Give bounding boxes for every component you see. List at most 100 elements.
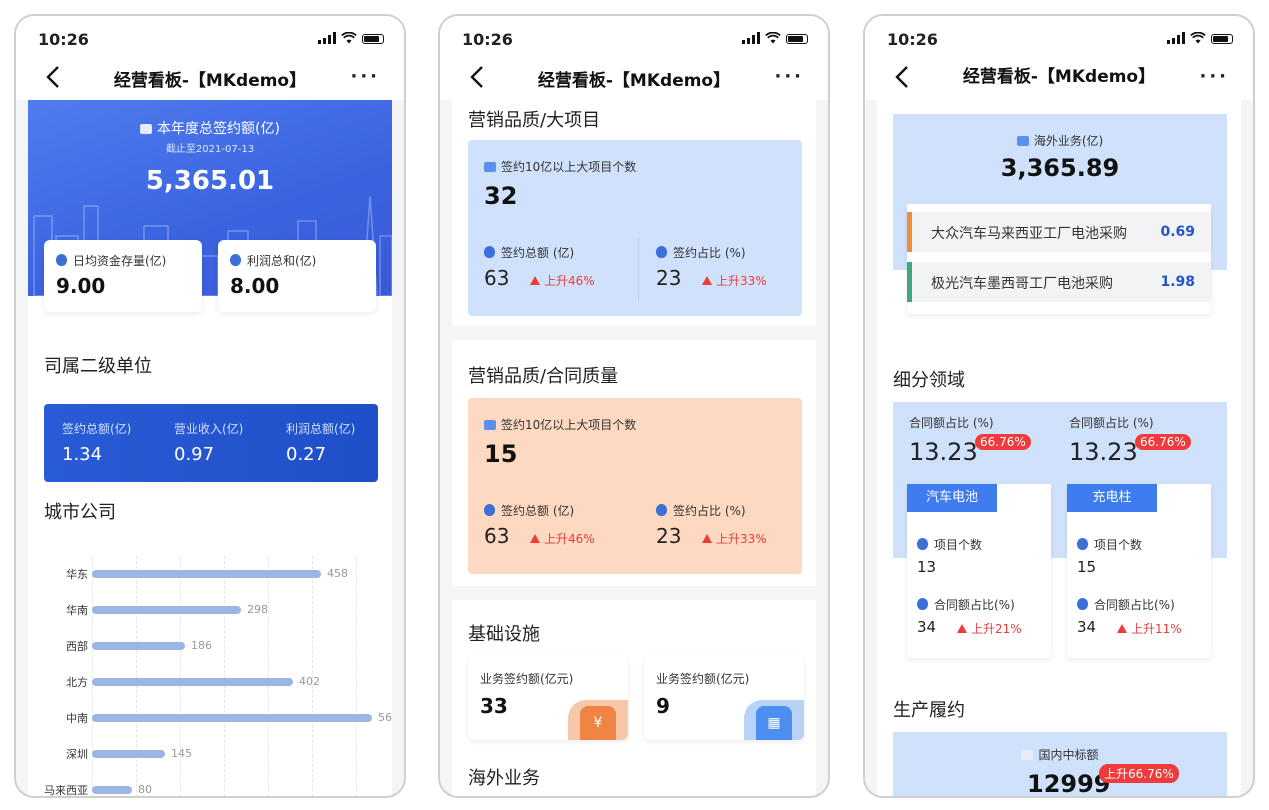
money-bag-icon: ¥	[580, 706, 616, 740]
bar[interactable]	[92, 642, 185, 650]
medal-icon	[484, 504, 495, 516]
battery-icon	[1211, 34, 1233, 44]
bar-category-label: 马来西亚	[44, 784, 88, 796]
status-time: 10:26	[38, 30, 89, 49]
grid-line	[356, 556, 357, 796]
ratio-label-0: 合同额占比 (%)	[909, 416, 994, 430]
big-project-section: 营销品质/大项目 签约10亿以上大项目个数 32 签约总额 (亿) 63 上升4…	[452, 100, 816, 326]
bid-value: 12999	[1027, 770, 1111, 796]
m2-label-text: 签约占比 (%)	[673, 246, 746, 260]
bar-category-label: 北方	[66, 676, 88, 689]
up-arrow-icon	[957, 624, 967, 633]
seg1-count-label: 项目个数	[1077, 536, 1142, 553]
overseas-item-1[interactable]: 极光汽车墨西哥工厂电池采购 1.98	[907, 262, 1211, 302]
big-project-card[interactable]: 签约10亿以上大项目个数 32 签约总额 (亿) 63 上升46% 签约占比 (…	[468, 140, 802, 316]
bar[interactable]	[92, 714, 372, 722]
grid-line	[224, 556, 225, 796]
more-menu-icon[interactable]: ···	[774, 66, 804, 87]
segment-tag-1: 充电柱	[1067, 484, 1157, 512]
seg1-change: 上升11%	[1117, 620, 1182, 637]
cq-m1-label-text: 签约总额 (亿)	[501, 504, 575, 518]
seg0-change: 上升21%	[957, 620, 1022, 637]
overseas-list: 大众汽车马来西亚工厂电池采购 0.69 极光汽车墨西哥工厂电池采购 1.98	[907, 204, 1211, 314]
bar-value-label: 145	[171, 747, 192, 760]
bid-title: 国内中标额	[893, 746, 1227, 763]
bar[interactable]	[92, 606, 241, 614]
city-bar-chart: 华东 458 华南 298 西部 186 北方 402 中南 560 深圳 145 马来西亚 80	[28, 100, 392, 796]
bar-category-label: 中南	[66, 712, 88, 725]
signal-icon	[742, 32, 760, 44]
bar-value-label: 80	[138, 783, 152, 796]
seg1-change-text: 上升11%	[1131, 622, 1182, 636]
medal-icon	[917, 538, 928, 550]
dashboard-content: 营销品质/大项目 签约10亿以上大项目个数 32 签约总额 (亿) 63 上升4…	[452, 100, 816, 796]
bar-category-label: 西部	[66, 640, 88, 653]
infra-card-0[interactable]: 业务签约额(亿元) 33 ¥	[468, 656, 628, 740]
item-value-0: 0.69	[1160, 224, 1195, 240]
nav-bar: 经营看板-【MKdemo】 ···	[16, 56, 404, 100]
item-label-1: 极光汽车墨西哥工厂电池采购	[931, 276, 1113, 292]
seg0-ratio: 34	[917, 618, 937, 636]
seg1-count-label-text: 项目个数	[1094, 538, 1143, 552]
wifi-icon	[1190, 32, 1206, 44]
m2-label: 签约占比 (%)	[656, 244, 746, 261]
infra-label-1: 业务签约额(亿元)	[656, 672, 750, 686]
contract-quality-card[interactable]: 签约10亿以上大项目个数 15 签约总额 (亿) 63 上升46% 签约占比 (…	[468, 398, 802, 574]
chart-icon	[484, 162, 496, 172]
status-icons	[1167, 32, 1233, 44]
section-title-big-project: 营销品质/大项目	[468, 110, 601, 131]
grid-line	[136, 556, 137, 796]
m1-change: 上升46%	[530, 272, 595, 289]
more-menu-icon[interactable]: ···	[350, 66, 380, 87]
up-arrow-icon	[702, 534, 712, 543]
seg0-ratio-label: 合同额占比(%)	[917, 596, 1015, 613]
infra-card-1[interactable]: 业务签约额(亿元) 9 ▦	[644, 656, 804, 740]
bar[interactable]	[92, 750, 165, 758]
bar-value-label: 402	[299, 675, 320, 688]
infra-value-0: 33	[480, 694, 508, 718]
phone-screen-3: 10:26 经营看板-【MKdemo】 ··· 海外业务(亿) 3,365.89…	[863, 14, 1255, 798]
chart-icon	[484, 420, 496, 430]
segment-tag-0: 汽车电池	[907, 484, 997, 512]
bar[interactable]	[92, 570, 321, 578]
chart-icon	[1016, 136, 1029, 146]
phone-screen-2: 10:26 经营看板-【MKdemo】 ··· 营销品质/大项目 签约10亿以上…	[438, 14, 830, 798]
bid-badge: 上升66.76%	[1099, 764, 1179, 783]
nav-bar: 经营看板-【MKdemo】 ···	[440, 56, 828, 100]
overseas-item-0[interactable]: 大众汽车马来西亚工厂电池采购 0.69	[907, 212, 1211, 252]
infra-label-0: 业务签约额(亿元)	[480, 672, 574, 686]
grid-line	[180, 556, 181, 796]
wifi-icon	[341, 32, 357, 44]
cq-value: 15	[484, 440, 518, 468]
medal-icon	[917, 598, 928, 610]
bar[interactable]	[92, 678, 293, 686]
more-menu-icon[interactable]: ···	[1199, 66, 1229, 87]
bar[interactable]	[92, 786, 132, 794]
cq-m1-label: 签约总额 (亿)	[484, 502, 574, 519]
ratio-badge-1: 66.76%	[1135, 434, 1191, 450]
bar-category-label: 深圳	[66, 748, 88, 761]
big-project-value: 32	[484, 182, 518, 210]
infrastructure-section: 基础设施 业务签约额(亿元) 33 ¥ 业务签约额(亿元) 9 ▦ 海外业务	[452, 600, 816, 796]
medal-icon	[656, 504, 667, 516]
overseas-title: 海外业务(亿)	[893, 132, 1227, 149]
cq-m1-value: 63	[484, 524, 510, 548]
up-arrow-icon	[1117, 624, 1127, 633]
m1-label: 签约总额 (亿)	[484, 244, 574, 261]
medal-icon	[484, 246, 495, 258]
overseas-title-text: 海外业务(亿)	[1033, 134, 1104, 148]
up-arrow-icon	[530, 534, 540, 543]
grid-line	[268, 556, 269, 796]
big-project-label: 签约10亿以上大项目个数	[484, 158, 636, 175]
cq-m1-change: 上升46%	[530, 530, 595, 547]
m1-label-text: 签约总额 (亿)	[501, 246, 575, 260]
item-value-1: 1.98	[1160, 274, 1195, 290]
cq-m1-change-text: 上升46%	[544, 532, 595, 546]
overseas-value: 3,365.89	[1000, 154, 1120, 182]
nav-bar: 经营看板-【MKdemo】 ···	[865, 56, 1253, 100]
seg1-count: 15	[1077, 558, 1097, 576]
domestic-bid-card[interactable]: 国内中标额 12999 上升66.76%	[893, 732, 1227, 796]
segment-card-0[interactable]: 汽车电池 项目个数 13 合同额占比(%) 34 上升21%	[907, 484, 1051, 658]
grid-line	[92, 556, 93, 796]
segment-card-1[interactable]: 充电柱 项目个数 15 合同额占比(%) 34 上升11%	[1067, 484, 1211, 658]
